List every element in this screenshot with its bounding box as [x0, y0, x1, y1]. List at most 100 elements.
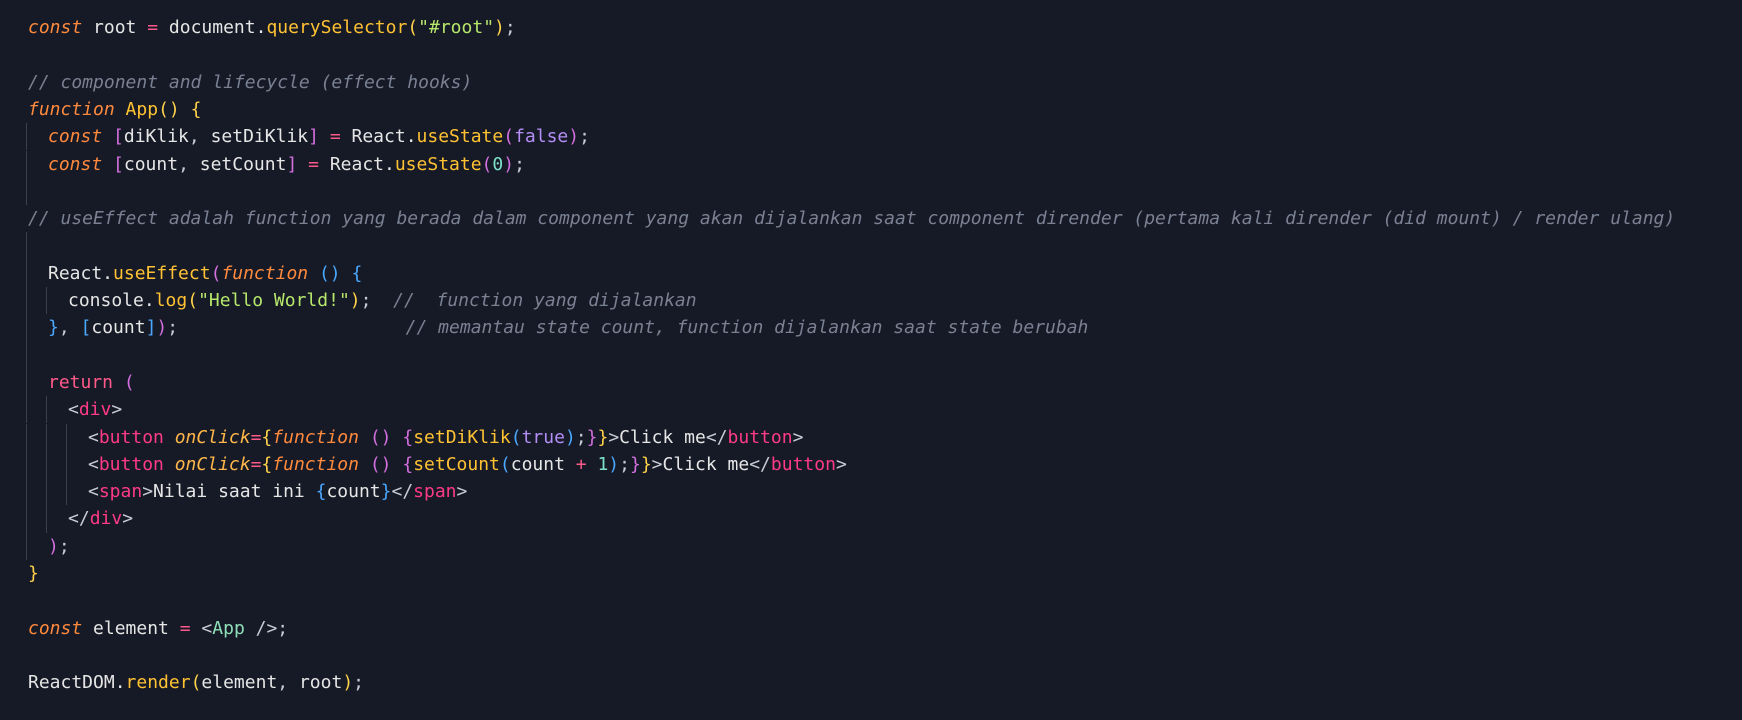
code-token: const — [28, 17, 83, 38]
code-token: } — [28, 563, 39, 584]
code-token: React. — [48, 262, 114, 284]
code-token: } — [48, 317, 59, 339]
code-token: // memantau state count, function dijala… — [405, 317, 1089, 339]
code-token: ; — [575, 426, 587, 448]
code-token: ) — [349, 290, 361, 311]
code-token: </ — [68, 508, 90, 530]
code-line[interactable]: <span>Nilai saat ini {count}</span> — [0, 478, 1742, 506]
code-token: ; — [167, 317, 179, 339]
indent-guide — [26, 505, 27, 533]
code-line[interactable]: function App() { — [0, 96, 1742, 123]
code-token: [ — [113, 126, 124, 148]
code-token: setDiKlik — [413, 426, 511, 448]
code-token: setCount — [199, 153, 287, 175]
code-token: root — [82, 17, 148, 38]
code-token: div — [89, 508, 123, 530]
code-token: ) — [564, 426, 576, 448]
code-token: useState — [394, 153, 482, 175]
code-editor[interactable]: const root = document.querySelector("#ro… — [0, 0, 1742, 720]
code-token: div — [78, 399, 112, 421]
code-token: < — [88, 481, 99, 503]
code-line[interactable] — [0, 232, 1742, 260]
indent-guide — [46, 287, 47, 315]
code-line[interactable]: const [diKlik, setDiKlik] = React.useSta… — [0, 123, 1742, 151]
code-line[interactable]: ReactDOM.render(element, root); — [0, 669, 1742, 696]
code-line[interactable]: const [count, setCount] = React.useState… — [0, 150, 1742, 178]
code-token: const — [28, 617, 83, 639]
code-line[interactable]: <button onClick={function () {setDiKlik(… — [0, 423, 1742, 451]
code-token: ) — [568, 126, 580, 148]
indent-guide — [66, 450, 67, 479]
code-line[interactable] — [0, 642, 1742, 669]
code-token: button — [98, 426, 164, 448]
code-token: ) — [342, 672, 354, 694]
code-line[interactable] — [0, 587, 1742, 614]
code-line[interactable]: }, [count]); // memantau state count, fu… — [0, 314, 1742, 342]
code-line[interactable]: const root = document.querySelector("#ro… — [0, 14, 1742, 41]
code-token: { — [402, 426, 414, 448]
indent-guide — [26, 123, 27, 151]
code-line[interactable]: </div> — [0, 505, 1742, 533]
code-token: [ — [113, 153, 124, 175]
code-line[interactable]: ); — [0, 532, 1742, 560]
code-token: </ — [391, 481, 414, 503]
code-token: count — [91, 317, 146, 339]
code-line[interactable]: } — [0, 560, 1742, 587]
code-line[interactable] — [0, 41, 1742, 68]
code-line[interactable]: const element = <App />; — [0, 615, 1742, 642]
code-token: ( — [503, 126, 515, 148]
code-token: > — [608, 426, 620, 448]
code-token: false — [514, 126, 569, 148]
code-token: count — [123, 153, 179, 175]
code-token: + — [575, 453, 587, 475]
indent-guide — [26, 177, 27, 206]
code-token: useEffect — [113, 262, 211, 284]
code-token: ; — [353, 672, 365, 694]
code-token: () — [158, 98, 180, 120]
code-token: { — [402, 453, 414, 475]
code-token: > — [792, 426, 804, 448]
code-token: const — [48, 153, 103, 175]
code-line[interactable]: <button onClick={function () {setCount(c… — [0, 450, 1742, 479]
code-line[interactable]: <div> — [0, 396, 1742, 424]
code-token: React. — [340, 126, 417, 148]
code-token: Nilai saat ini — [153, 481, 316, 503]
code-token: count — [510, 453, 576, 475]
code-token: () — [369, 453, 392, 475]
code-line[interactable]: // component and lifecycle (effect hooks… — [0, 69, 1742, 96]
code-token: ( — [190, 672, 202, 694]
code-line[interactable]: return ( — [0, 368, 1742, 397]
code-token: // function yang dijalankan — [393, 290, 697, 311]
code-token: useState — [416, 126, 504, 148]
code-token: = — [147, 17, 159, 38]
code-line[interactable]: React.useEffect(function () { — [0, 259, 1742, 287]
code-token: log — [154, 290, 188, 311]
code-token: "#root" — [418, 17, 495, 38]
code-token: { — [261, 453, 273, 475]
code-token: React. — [318, 153, 395, 175]
code-line[interactable]: // useEffect adalah function yang berada… — [0, 205, 1742, 232]
code-token: element — [201, 672, 278, 694]
code-line[interactable] — [0, 341, 1742, 369]
code-line[interactable]: console.log("Hello World!"); // function… — [0, 287, 1742, 315]
code-token: ; — [579, 126, 590, 148]
indent-guide — [26, 396, 27, 424]
code-token: onClick — [174, 453, 251, 475]
code-line[interactable] — [0, 177, 1742, 206]
code-token: , — [178, 153, 200, 175]
code-token: Click me — [662, 453, 750, 475]
code-token: = — [329, 126, 341, 148]
code-token: /> — [244, 617, 278, 639]
code-token: setCount — [413, 453, 500, 475]
code-token: < — [68, 399, 79, 421]
code-token: count — [326, 481, 381, 503]
indent-guide — [26, 368, 27, 397]
